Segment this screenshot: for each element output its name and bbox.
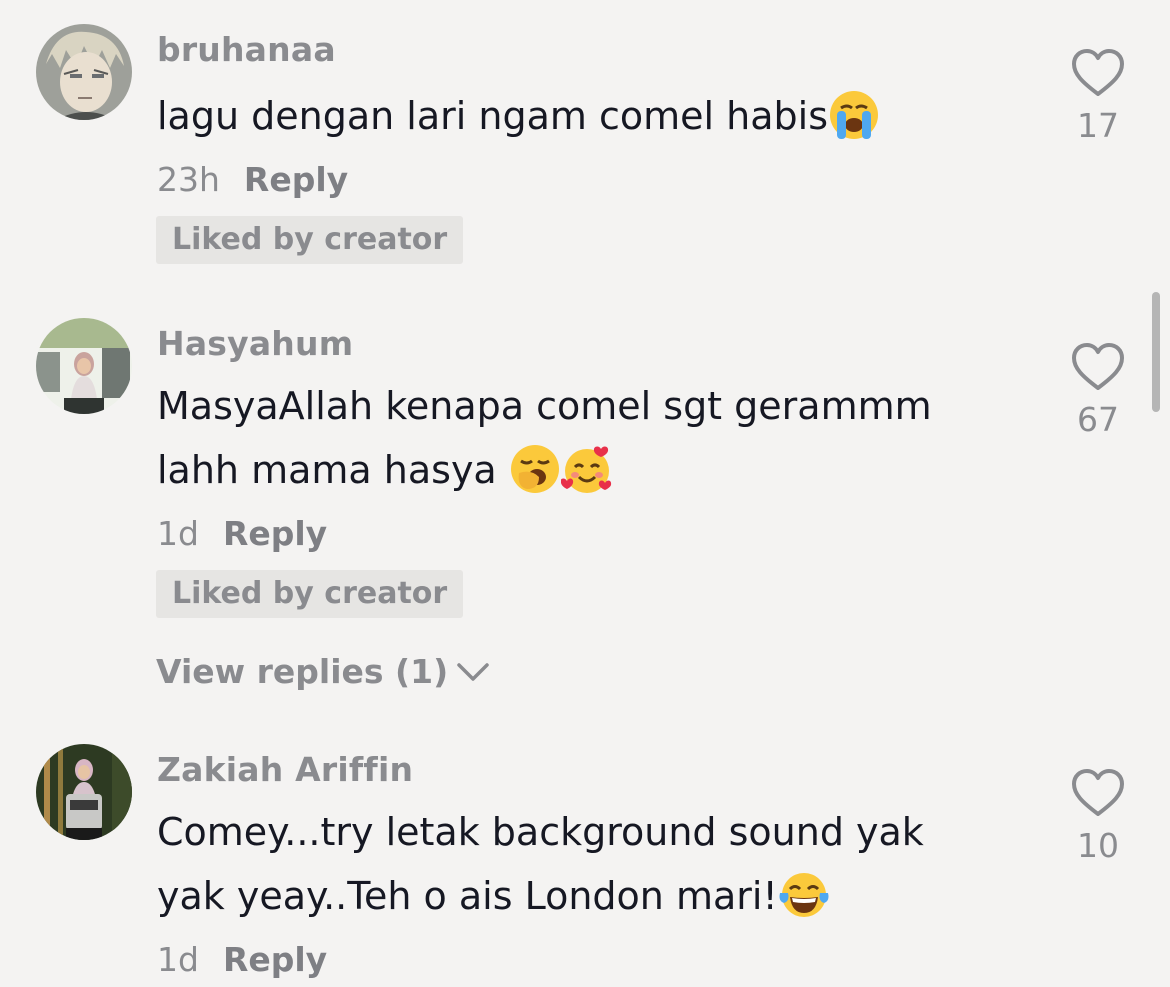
liked-by-creator-badge: Liked by creator <box>156 570 464 618</box>
view-replies-button[interactable]: View replies (1) <box>156 652 490 691</box>
comment-text: Comey...try letak background sound yak y… <box>157 800 1037 928</box>
liked-by-creator-badge: Liked by creator <box>156 216 464 264</box>
comments-panel: bruhanaa lagu dengan lari ngam comel hab… <box>0 0 1170 987</box>
username[interactable]: Hasyahum <box>157 324 353 363</box>
face-with-tears-of-joy-icon <box>779 872 829 917</box>
comment-meta: 1d Reply <box>157 940 327 979</box>
comment-text-line: Comey...try letak background sound yak <box>157 810 924 854</box>
comment-text: lagu dengan lari ngam comel habis <box>157 84 1037 148</box>
heart-icon <box>1072 343 1124 390</box>
like-count: 10 <box>1077 826 1119 865</box>
username[interactable]: bruhanaa <box>157 30 336 69</box>
comment-text: MasyaAllah kenapa comel sgt gerammm lahh… <box>157 374 1037 502</box>
comment-meta: 1d Reply <box>157 514 327 553</box>
comment-text-line: yak yeay..Teh o ais London mari! <box>157 864 1037 928</box>
comment-text-content: lahh mama hasya <box>157 448 509 492</box>
like-button[interactable]: 17 <box>1066 48 1130 145</box>
chevron-down-icon <box>457 662 489 681</box>
reply-button[interactable]: Reply <box>223 940 327 979</box>
avatar[interactable] <box>36 744 132 840</box>
like-count: 67 <box>1077 400 1119 439</box>
comment-text-content: yak yeay..Teh o ais London mari! <box>157 874 778 918</box>
smiling-face-with-hearts-icon <box>560 446 611 493</box>
loudly-crying-face-icon <box>830 90 878 139</box>
yawning-face-icon <box>510 444 559 493</box>
comment-meta: 23h Reply <box>157 160 348 199</box>
like-count: 17 <box>1077 106 1119 145</box>
scrollbar[interactable] <box>1152 292 1160 412</box>
reply-button[interactable]: Reply <box>223 514 327 553</box>
username[interactable]: Zakiah Ariffin <box>157 750 413 789</box>
comment-text-line: MasyaAllah kenapa comel sgt gerammm <box>157 384 932 428</box>
reply-button[interactable]: Reply <box>244 160 348 199</box>
like-button[interactable]: 67 <box>1066 342 1130 439</box>
comment-text-line: lahh mama hasya <box>157 438 1037 502</box>
timestamp: 1d <box>157 940 199 979</box>
avatar[interactable] <box>36 318 132 414</box>
timestamp: 1d <box>157 514 199 553</box>
avatar[interactable] <box>36 24 132 120</box>
heart-icon <box>1072 769 1124 816</box>
timestamp: 23h <box>157 160 220 199</box>
like-button[interactable]: 10 <box>1066 768 1130 865</box>
heart-icon <box>1072 49 1124 96</box>
view-replies-label: View replies (1) <box>156 652 449 691</box>
comment-text-content: lagu dengan lari ngam comel habis <box>157 94 828 138</box>
